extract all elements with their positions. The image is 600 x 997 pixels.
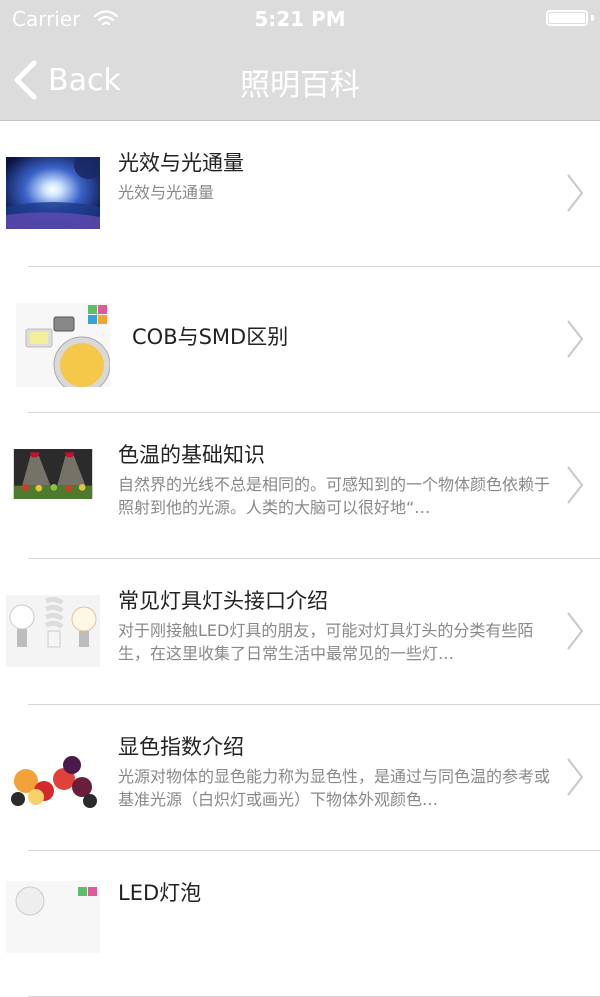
- item-title: 光效与光通量: [118, 151, 244, 175]
- led-bulb-thumbnail: [6, 881, 100, 953]
- item-title: 色温的基础知识: [118, 443, 265, 467]
- list-item[interactable]: 光效与光通量 光效与光通量: [0, 121, 600, 267]
- chevron-right-icon: [567, 612, 584, 650]
- list-item[interactable]: 色温的基础知识 自然界的光线不总是相同的。可感知到的一个物体颜色依赖于照射到他的…: [0, 413, 600, 559]
- item-subtitle: 光源对物体的显色能力称为显色性，是通过与同色温的参考或基准光源（白炽灯或画光）下…: [118, 767, 551, 809]
- pendant-lights-thumbnail: [13, 449, 93, 499]
- item-title: LED灯泡: [118, 881, 202, 905]
- chevron-right-icon: [567, 758, 584, 796]
- encyclopedia-list: 光效与光通量 光效与光通量 COB与SMD区别 色温的基础知识 自然界的光线不总…: [0, 121, 600, 997]
- item-title: COB与SMD区别: [132, 325, 289, 349]
- space-earth-thumbnail: [6, 157, 100, 229]
- status-bar: Carrier 5:21 PM: [0, 0, 600, 40]
- battery-icon: [546, 10, 588, 26]
- item-title: 显色指数介绍: [118, 735, 244, 759]
- chevron-right-icon: [567, 320, 584, 358]
- page-title: 照明百科: [240, 68, 360, 103]
- item-subtitle: 对于刚接触LED灯具的朋友，可能对灯具灯头的分类有些陌生，在这里收集了日常生活中…: [118, 621, 534, 663]
- status-time: 5:21 PM: [254, 7, 346, 31]
- item-subtitle: 光效与光通量: [118, 183, 215, 202]
- chevron-right-icon: [567, 466, 584, 504]
- chevron-right-icon: [567, 174, 584, 212]
- list-item[interactable]: LED灯泡: [0, 851, 600, 997]
- navigation-bar: Back 照明百科: [0, 40, 600, 121]
- light-bulbs-thumbnail: [6, 595, 100, 667]
- item-subtitle: 自然界的光线不总是相同的。可感知到的一个物体颜色依赖于照射到他的光源。人类的大脑…: [118, 475, 551, 517]
- list-item[interactable]: 显色指数介绍 光源对物体的显色能力称为显色性，是通过与同色温的参考或基准光源（白…: [0, 705, 600, 851]
- led-chip-thumbnail: [16, 303, 110, 387]
- item-title: 常见灯具灯头接口介绍: [118, 589, 328, 613]
- fruit-thumbnail: [6, 741, 100, 813]
- battery-nub: [591, 15, 594, 21]
- list-item[interactable]: COB与SMD区别: [0, 267, 600, 413]
- list-item[interactable]: 常见灯具灯头接口介绍 对于刚接触LED灯具的朋友，可能对灯具灯头的分类有些陌生，…: [0, 559, 600, 705]
